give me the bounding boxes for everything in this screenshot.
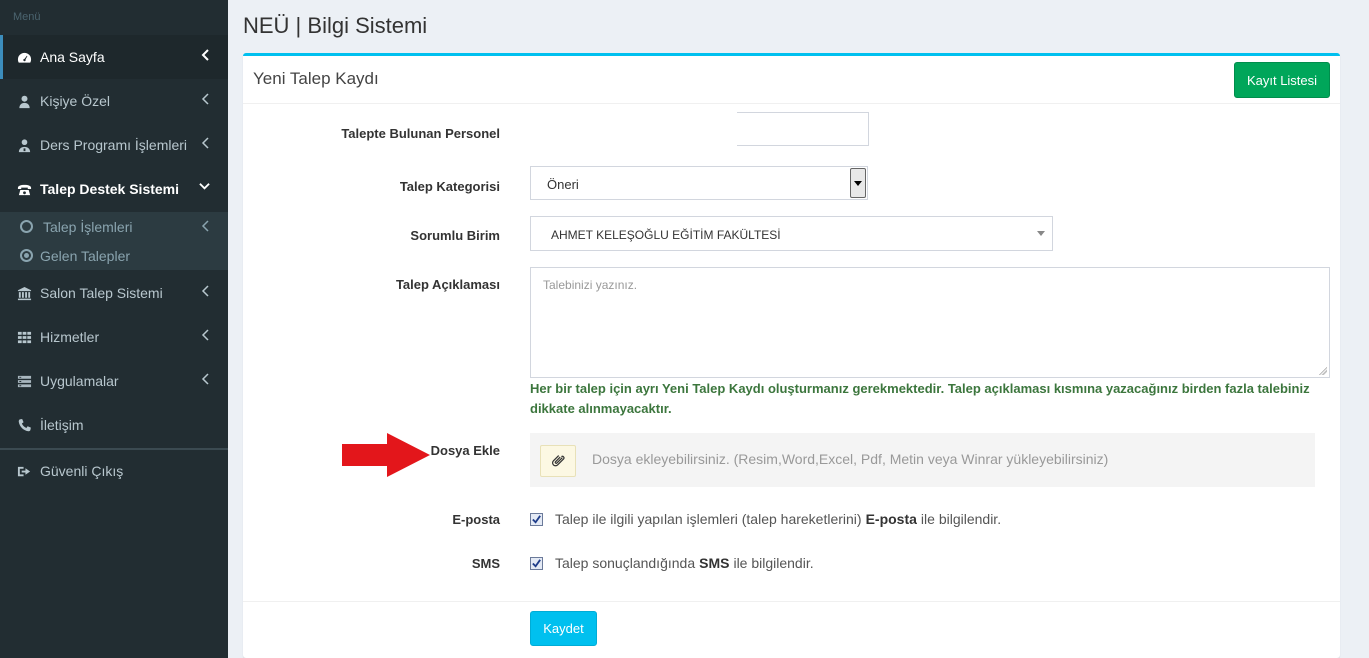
list-icon <box>16 373 32 389</box>
sidebar-item-guvenli-cikis[interactable]: Güvenli Çıkış <box>0 449 228 493</box>
chevron-left-icon <box>201 329 210 344</box>
dropdown-arrow-icon[interactable] <box>850 168 866 198</box>
sidebar-item-label: Güvenli Çıkış <box>40 463 124 479</box>
caret-down-icon <box>1037 231 1045 236</box>
sidebar-item-kisiye-ozel[interactable]: Kişiye Özel <box>0 79 228 123</box>
sidebar-item-label: Uygulamalar <box>40 373 119 389</box>
menu-header: Menü <box>13 11 41 23</box>
description-placeholder: Talebinizi yazınız. <box>543 278 638 292</box>
sms-option-text: Talep sonuçlandığında <box>555 555 696 571</box>
sidebar-item-label: İletişim <box>40 417 84 433</box>
box-title: Yeni Talep Kaydı <box>253 69 379 88</box>
help-text: Her bir talep için ayrı Yeni Talep Kaydı… <box>530 381 1310 416</box>
sidebar-item-label: Ders Programı İşlemleri <box>40 137 188 153</box>
category-select[interactable]: Öneri <box>530 166 868 200</box>
record-list-button[interactable]: Kayıt Listesi <box>1234 62 1330 98</box>
sidebar-item-label: Ana Sayfa <box>40 49 105 65</box>
box-header-divider <box>243 103 1340 104</box>
file-upload-text: Dosya ekleyebilirsiniz. (Resim,Word,Exce… <box>592 451 1109 467</box>
phone-handset-icon <box>16 417 32 433</box>
email-checkbox[interactable] <box>530 512 543 526</box>
unit-select[interactable]: AHMET KELEŞOĞLU EĞİTİM FAKÜLTESİ <box>530 216 1053 251</box>
chevron-left-icon <box>201 285 210 300</box>
email-label: E-posta <box>452 512 500 527</box>
file-upload-area[interactable]: Dosya ekleyebilirsiniz. (Resim,Word,Exce… <box>530 433 1315 487</box>
sidebar-item-talep-destek[interactable]: Talep Destek Sistemi <box>0 167 228 211</box>
sidebar-item-salon-talep[interactable]: Salon Talep Sistemi <box>0 271 228 315</box>
teacher-icon <box>16 137 32 153</box>
sms-option-text-after: ile bilgilendir. <box>733 555 814 571</box>
sidebar-item-uygulamalar[interactable]: Uygulamalar <box>0 359 228 403</box>
description-textarea[interactable]: Talebinizi yazınız. <box>530 267 1330 378</box>
file-label: Dosya Ekle <box>430 443 500 458</box>
page-title: NEÜ | Bilgi Sistemi <box>243 13 428 38</box>
institution-icon <box>16 285 32 301</box>
form-box: Yeni Talep Kaydı Kayıt Listesi Talepte B… <box>243 53 1340 658</box>
paperclip-icon <box>551 455 565 467</box>
sidebar: Menü Ana Sayfa Kişiye Özel Ders Programı… <box>0 0 228 658</box>
unit-label: Sorumlu Birim <box>410 228 500 243</box>
description-label: Talep Açıklaması <box>395 277 500 292</box>
sidebar-item-label: Kişiye Özel <box>40 93 111 109</box>
sms-option: Talep sonuçlandığında SMS ile bilgilendi… <box>530 555 814 571</box>
resize-handle-icon[interactable] <box>1319 367 1327 375</box>
personnel-label: Talepte Bulunan Personel <box>341 126 500 141</box>
phone-icon <box>16 181 32 197</box>
chevron-left-icon <box>201 137 210 152</box>
email-option-bold: E-posta <box>865 511 917 527</box>
sidebar-item-iletisim[interactable]: İletişim <box>0 403 228 447</box>
sidebar-item-label: Talep Destek Sistemi <box>40 181 180 197</box>
sms-checkbox[interactable] <box>530 556 543 570</box>
unit-select-value: AHMET KELEŞOĞLU EĞİTİM FAKÜLTESİ <box>551 228 781 242</box>
sidebar-item-label: Hizmetler <box>40 329 100 345</box>
email-option: Talep ile ilgili yapılan işlemleri (tale… <box>530 511 1001 527</box>
checkmark-icon <box>532 558 541 568</box>
category-select-value: Öneri <box>547 177 579 192</box>
sign-out-icon <box>16 463 32 479</box>
category-label: Talep Kategorisi <box>399 179 500 194</box>
submenu-item-label: Talep İşlemleri <box>43 218 133 235</box>
sidebar-item-hizmetler[interactable]: Hizmetler <box>0 315 228 359</box>
email-option-text: Talep ile ilgili yapılan işlemleri (tale… <box>555 511 862 527</box>
sms-option-bold: SMS <box>699 555 730 571</box>
dashboard-icon <box>16 49 32 65</box>
submenu-item-label: Gelen Talepler <box>40 247 131 264</box>
personnel-input[interactable] <box>737 112 869 146</box>
chevron-left-icon <box>201 220 210 235</box>
circle-dot-icon <box>20 249 33 262</box>
email-option-text-after: ile bilgilendir. <box>920 511 1002 527</box>
sidebar-item-ders-programi[interactable]: Ders Programı İşlemleri <box>0 123 228 167</box>
chevron-down-icon <box>199 181 210 195</box>
grid-icon <box>16 329 32 345</box>
user-icon <box>16 93 32 109</box>
submenu-item-talep-islemleri[interactable]: Talep İşlemleri <box>0 212 228 241</box>
submenu-item-gelen-talepler[interactable]: Gelen Talepler <box>0 241 228 270</box>
sidebar-item-label: Salon Talep Sistemi <box>40 285 163 301</box>
red-arrow-annotation-icon <box>342 433 430 477</box>
circle-icon <box>20 220 33 233</box>
chevron-left-icon <box>201 93 210 108</box>
sms-label: SMS <box>471 556 500 571</box>
file-attach-button[interactable] <box>540 445 576 477</box>
chevron-left-icon <box>201 49 210 64</box>
checkmark-icon <box>532 514 541 524</box>
save-button[interactable]: Kaydet <box>530 611 597 646</box>
submenu-talep: Talep İşlemleri Gelen Talepler <box>0 212 228 270</box>
chevron-left-icon <box>201 373 210 388</box>
footer-divider <box>243 601 1340 602</box>
sidebar-item-ana-sayfa[interactable]: Ana Sayfa <box>0 35 228 79</box>
